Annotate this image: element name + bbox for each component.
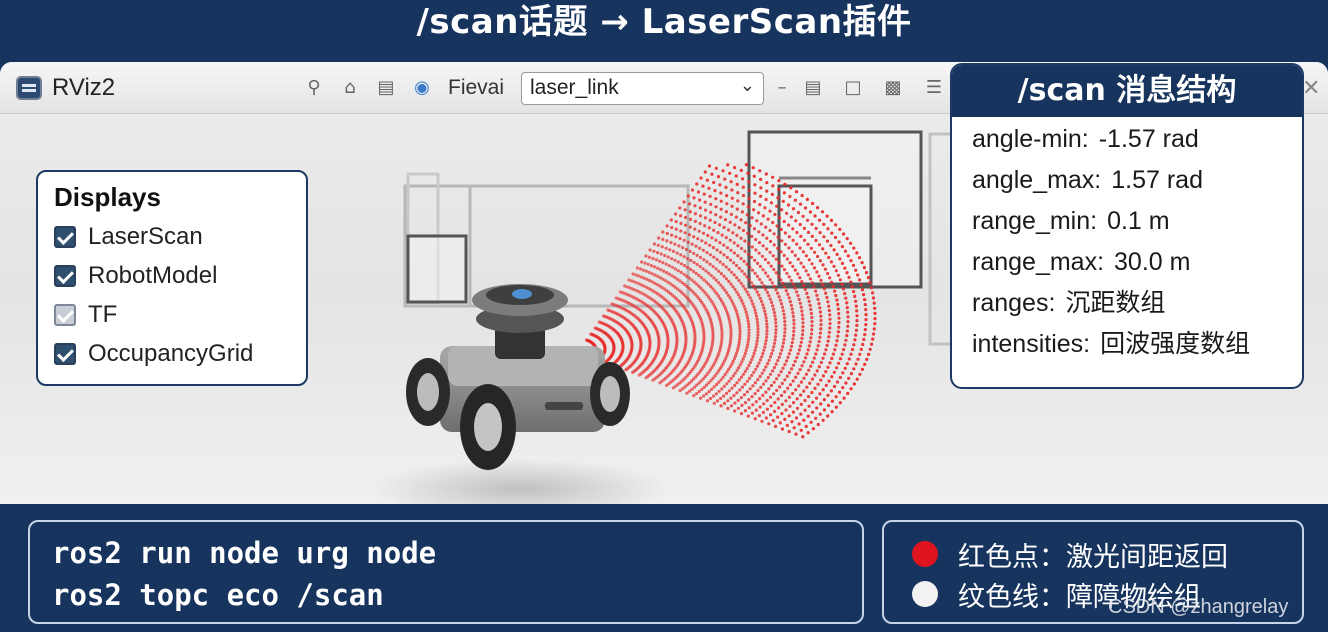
- command-line: ros2 topc eco /scan: [52, 578, 384, 612]
- checkbox-robotmodel[interactable]: [54, 264, 76, 287]
- checkbox-laserscan[interactable]: [54, 225, 76, 248]
- field-value: -1.57 rad: [1098, 125, 1199, 153]
- display-item-tf[interactable]: TF: [54, 295, 290, 334]
- field-key: range_max:: [972, 248, 1105, 276]
- field-value: 0.1 m: [1107, 207, 1170, 235]
- displays-panel: Displays LaserScan RobotModel TF Occupan…: [36, 170, 308, 386]
- fixed-frame-select[interactable]: laser_link ⌄: [521, 72, 764, 105]
- display-label: LaserScan: [88, 222, 203, 250]
- field-row: angle-min: -1.57 rad: [952, 119, 1302, 160]
- globe-icon[interactable]: ◉: [412, 78, 432, 98]
- search-icon[interactable]: ⚲: [304, 78, 324, 98]
- fixed-frame-value: laser_link: [530, 76, 619, 99]
- image-icon[interactable]: ▩: [883, 78, 903, 98]
- scan-message-panel: /scan 消息结构 angle-min: -1.57 rad angle_max…: [950, 63, 1304, 389]
- watermark: CSDN @zhangrelay: [1108, 596, 1289, 618]
- window-icon[interactable]: ▤: [803, 78, 823, 98]
- displays-title: Displays: [54, 182, 161, 212]
- field-key: intensities:: [972, 330, 1091, 358]
- fixed-frame-label: Fievai: [448, 76, 505, 99]
- field-value: 沉距数组: [1065, 289, 1166, 317]
- field-row: intensities: 回波强度数组: [952, 324, 1302, 365]
- field-key: angle_max:: [972, 166, 1102, 194]
- legend-label: 红色点：激光间距返回: [958, 541, 1228, 573]
- white-dot-icon: [912, 581, 938, 607]
- field-value: 30.0 m: [1114, 248, 1191, 276]
- field-value: 回波强度数组: [1100, 330, 1251, 358]
- obstacle-boxes: [406, 130, 923, 304]
- display-item-laserscan[interactable]: LaserScan: [54, 217, 290, 256]
- field-row: angle_max: 1.57 rad: [952, 160, 1302, 201]
- display-item-occupancygrid[interactable]: OccupancyGrid: [54, 334, 290, 373]
- minus-icon[interactable]: –: [772, 78, 792, 98]
- home-icon[interactable]: ⌂: [340, 78, 360, 98]
- red-dot-icon: [912, 541, 938, 567]
- field-key: angle-min:: [972, 125, 1089, 153]
- square-icon[interactable]: □: [843, 78, 863, 98]
- panel-icon[interactable]: ▤: [376, 78, 396, 98]
- display-label: RobotModel: [88, 261, 218, 289]
- field-value: 1.57 rad: [1111, 166, 1203, 194]
- app-name: RViz2: [52, 74, 116, 101]
- field-row: ranges: 沉距数组: [952, 283, 1302, 324]
- command-line: ros2 run node urg node: [52, 536, 437, 570]
- command-panel: ros2 run node urg node ros2 topc eco /sc…: [28, 520, 864, 624]
- close-icon[interactable]: ✕: [1302, 76, 1320, 101]
- rviz-app-icon: [16, 76, 42, 100]
- chevron-down-icon: ⌄: [739, 75, 755, 95]
- legend-item: 红色点：激光间距返回: [912, 534, 1274, 574]
- display-label: TF: [88, 300, 118, 328]
- field-row: range_min: 0.1 m: [952, 201, 1302, 242]
- slide-title: /scan话题 → LaserScan插件: [416, 2, 912, 42]
- field-key: ranges:: [972, 289, 1056, 317]
- checkbox-tf[interactable]: [54, 303, 76, 326]
- field-key: range_min:: [972, 207, 1098, 235]
- field-row: range_max: 30.0 m: [952, 242, 1302, 283]
- menu-icon[interactable]: ☰: [924, 78, 944, 98]
- scan-message-title: /scan 消息结构: [952, 65, 1302, 117]
- display-item-robotmodel[interactable]: RobotModel: [54, 256, 290, 295]
- checkbox-occupancygrid[interactable]: [54, 342, 76, 365]
- display-label: OccupancyGrid: [88, 339, 254, 367]
